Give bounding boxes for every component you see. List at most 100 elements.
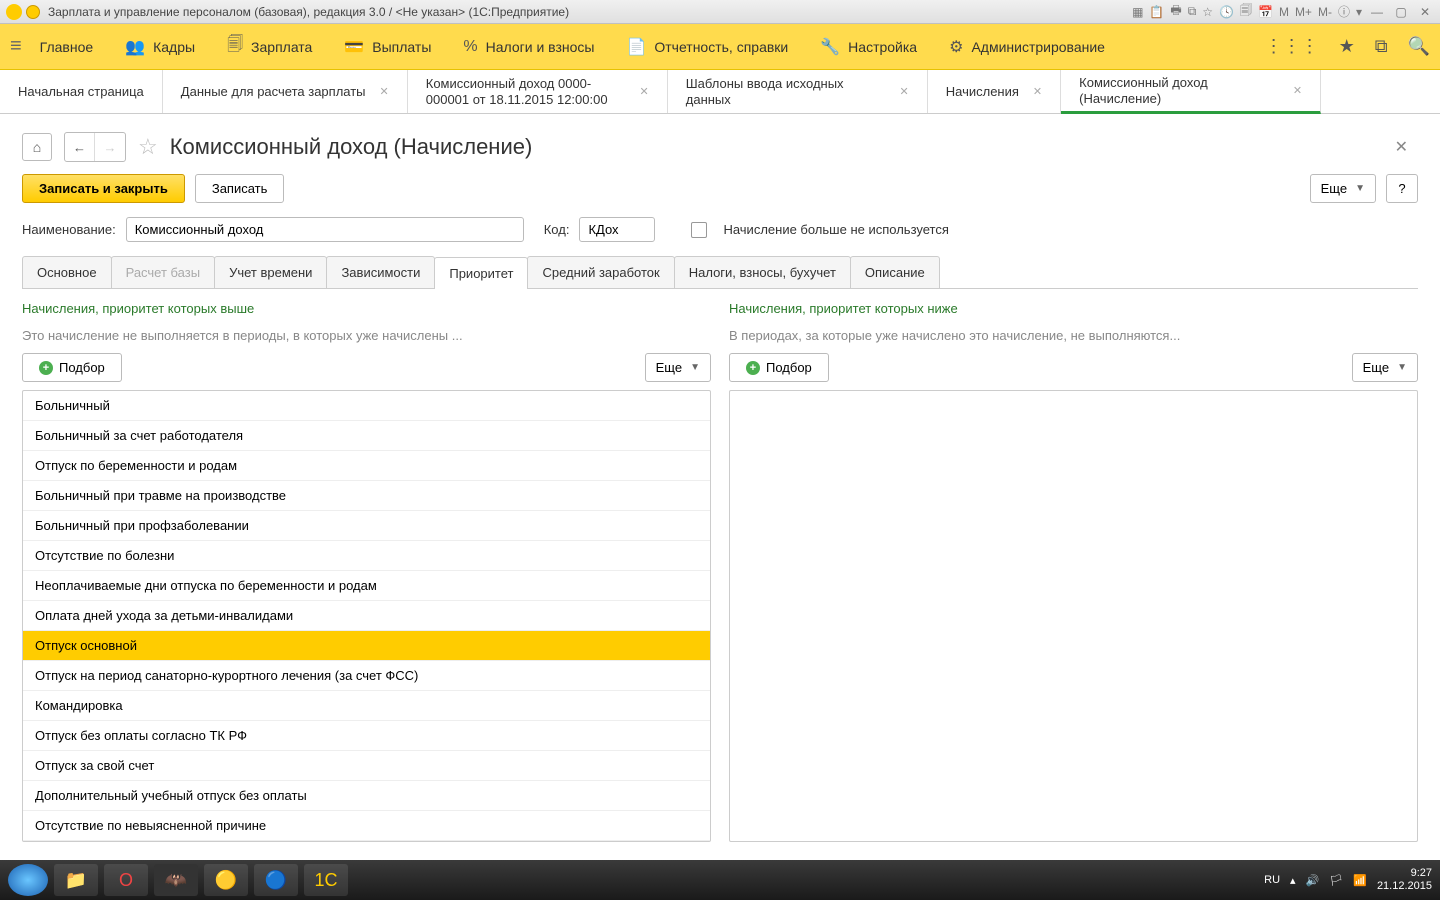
search-icon[interactable]: 🔍 — [1408, 36, 1430, 57]
higher-pick-button[interactable]: + Подбор — [22, 353, 122, 382]
inner-tab[interactable]: Приоритет — [434, 257, 528, 289]
titlebar-m-icon[interactable]: M — [1279, 5, 1289, 19]
nouse-checkbox[interactable] — [691, 222, 707, 238]
help-button[interactable]: ? — [1386, 174, 1418, 203]
page-close-button[interactable]: ✕ — [1395, 137, 1418, 157]
list-item[interactable]: Дополнительный учебный отпуск без оплаты — [23, 781, 710, 811]
higher-heading: Начисления, приоритет которых выше — [22, 301, 711, 316]
back-button[interactable]: ← — [65, 133, 95, 161]
list-item[interactable]: Отсутствие по невыясненной причине — [23, 811, 710, 841]
taskbar-explorer[interactable]: 📁 — [54, 864, 98, 896]
list-item[interactable]: Отпуск за свой счет — [23, 751, 710, 781]
close-button[interactable]: ✕ — [1416, 5, 1434, 19]
maximize-button[interactable]: ▢ — [1392, 5, 1410, 19]
higher-listbox[interactable]: БольничныйБольничный за счет работодател… — [22, 390, 711, 842]
mainmenu-item[interactable]: 🗐Зарплата — [227, 33, 312, 60]
tab-close-icon[interactable]: ✕ — [1293, 84, 1302, 97]
titlebar-dropdown-icon[interactable]: ▾ — [1356, 5, 1362, 19]
list-item[interactable]: Отпуск по беременности и родам — [23, 451, 710, 481]
lower-more-button[interactable]: Еще ▼ — [1352, 353, 1418, 382]
list-item[interactable]: Больничный за счет работодателя — [23, 421, 710, 451]
history-icon[interactable]: ⧉ — [1375, 36, 1388, 57]
inner-tab[interactable]: Учет времени — [214, 256, 327, 288]
taskbar-chrome2[interactable]: 🔵 — [254, 864, 298, 896]
favorites-icon[interactable]: ★ — [1339, 36, 1355, 57]
document-tab[interactable]: Начисления✕ — [928, 70, 1061, 113]
save-button[interactable]: Записать — [195, 174, 285, 203]
apps-icon[interactable]: ⋮⋮⋮ — [1265, 36, 1319, 57]
titlebar-tool-icon[interactable]: ⧉ — [1188, 4, 1197, 19]
tab-close-icon[interactable]: ✕ — [900, 85, 909, 98]
list-item[interactable]: Отпуск основной — [23, 631, 710, 661]
titlebar-mplus-icon[interactable]: M+ — [1295, 5, 1312, 19]
mainmenu-item[interactable]: 💳Выплаты — [344, 33, 431, 60]
app-dropdown-icon[interactable] — [26, 5, 40, 19]
mainmenu-item[interactable]: %Налоги и взносы — [463, 33, 594, 60]
name-input[interactable] — [126, 217, 524, 242]
code-input[interactable] — [579, 217, 655, 242]
priority-panel: Начисления, приоритет которых выше Это н… — [22, 289, 1418, 842]
document-tab[interactable]: Начальная страница — [0, 70, 163, 113]
document-tab[interactable]: Комиссионный доход 0000-000001 от 18.11.… — [408, 70, 668, 113]
tab-close-icon[interactable]: ✕ — [1033, 85, 1042, 98]
list-item[interactable]: Отсутствие по болезни — [23, 541, 710, 571]
save-and-close-button[interactable]: Записать и закрыть — [22, 174, 185, 203]
more-label: Еще — [1321, 181, 1347, 196]
tray-volume-icon[interactable]: 🔊 — [1306, 874, 1320, 887]
tray-net-icon[interactable]: 📶 — [1353, 874, 1367, 887]
more-button[interactable]: Еще ▼ — [1310, 174, 1376, 203]
list-item[interactable]: Больничный — [23, 391, 710, 421]
inner-tab[interactable]: Налоги, взносы, бухучет — [674, 256, 851, 288]
start-button[interactable] — [8, 864, 48, 896]
tray-flag-icon[interactable]: 🏳 — [1329, 874, 1343, 887]
list-item[interactable]: Оплата дней ухода за детьми-инвалидами — [23, 601, 710, 631]
tray-clock[interactable]: 9:27 21.12.2015 — [1377, 867, 1432, 893]
document-tab[interactable]: Комиссионный доход (Начисление)✕ — [1061, 70, 1321, 114]
tab-close-icon[interactable]: ✕ — [380, 85, 389, 98]
taskbar-opera[interactable]: O — [104, 864, 148, 896]
mainmenu-item[interactable]: ⚙Администрирование — [949, 33, 1105, 60]
taskbar-app[interactable]: 🦇 — [154, 864, 198, 896]
document-tab[interactable]: Данные для расчета зарплаты✕ — [163, 70, 408, 113]
tab-close-icon[interactable]: ✕ — [640, 85, 649, 98]
list-item[interactable]: Отпуск на период санаторно-курортного ле… — [23, 661, 710, 691]
mainmenu-item[interactable]: 👥Кадры — [125, 33, 195, 60]
forward-button[interactable]: → — [95, 133, 125, 161]
tray-lang[interactable]: RU — [1264, 874, 1280, 886]
titlebar-calc-icon[interactable]: 🗐 — [1240, 1, 1252, 22]
list-item[interactable]: Неоплачиваемые дни отпуска по беременнос… — [23, 571, 710, 601]
inner-tab[interactable]: Зависимости — [326, 256, 435, 288]
higher-more-button[interactable]: Еще ▼ — [645, 353, 711, 382]
mainmenu-item[interactable]: 📄Отчетность, справки — [626, 33, 788, 60]
titlebar-tool-icon[interactable]: 🖶 — [1170, 1, 1181, 22]
burger-icon[interactable]: ≡ — [10, 35, 22, 58]
lower-pick-button[interactable]: + Подбор — [729, 353, 829, 382]
mainmenu-item[interactable]: 🔧Настройка — [820, 33, 917, 60]
menu-label: Настройка — [848, 39, 917, 55]
inner-tab[interactable]: Описание — [850, 256, 940, 288]
home-button[interactable]: ⌂ — [22, 133, 52, 161]
titlebar-star-icon[interactable]: ☆ — [1202, 5, 1213, 19]
titlebar-tool-icon[interactable]: ▦ — [1132, 5, 1143, 19]
list-item[interactable]: Больничный при травме на производстве — [23, 481, 710, 511]
taskbar-1c[interactable]: 1С — [304, 864, 348, 896]
titlebar-info-icon[interactable]: ⓘ — [1338, 3, 1350, 20]
list-item[interactable]: Командировка — [23, 691, 710, 721]
inner-tab[interactable]: Средний заработок — [527, 256, 674, 288]
chevron-down-icon: ▼ — [1397, 362, 1407, 373]
mainmenu-item[interactable]: ≡Главное — [40, 33, 94, 60]
titlebar-clock-icon[interactable]: 🕓 — [1219, 5, 1234, 19]
taskbar-chrome[interactable]: 🟡 — [204, 864, 248, 896]
titlebar-mminus-icon[interactable]: M- — [1318, 5, 1332, 19]
inner-tab[interactable]: Основное — [22, 256, 112, 288]
name-label: Наименование: — [22, 222, 116, 237]
document-tab[interactable]: Шаблоны ввода исходных данных✕ — [668, 70, 928, 113]
titlebar-calendar-icon[interactable]: 📅 — [1258, 5, 1273, 19]
minimize-button[interactable]: — — [1368, 5, 1386, 19]
titlebar-tool-icon[interactable]: 📋 — [1149, 5, 1164, 19]
tray-up-icon[interactable]: ▴ — [1290, 874, 1296, 887]
list-item[interactable]: Отпуск без оплаты согласно ТК РФ — [23, 721, 710, 751]
list-item[interactable]: Больничный при профзаболевании — [23, 511, 710, 541]
favorite-star-icon[interactable]: ☆ — [138, 134, 158, 160]
lower-listbox[interactable] — [729, 390, 1418, 842]
